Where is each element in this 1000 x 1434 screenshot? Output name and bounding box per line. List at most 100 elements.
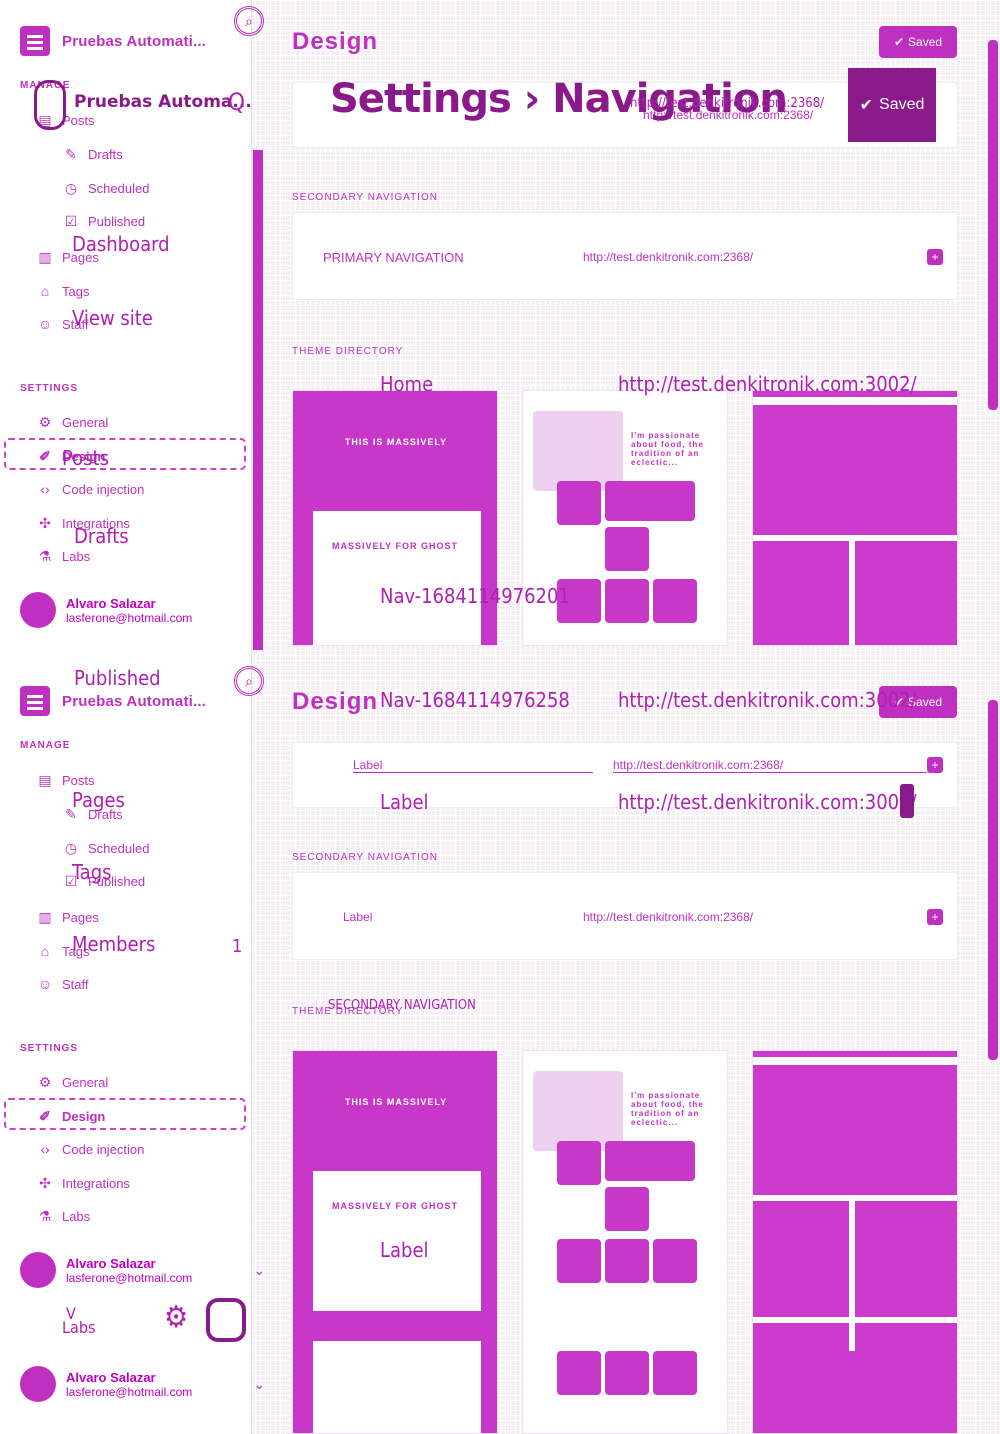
theme-block [557, 1351, 601, 1395]
user-menu[interactable]: Alvaro Salazar lasferone@hotmail.com ⌄ [20, 592, 268, 628]
sidebar-item-label: Integrations [62, 515, 130, 531]
sidebar-item-posts[interactable]: ▤ Posts [36, 770, 94, 790]
sidebar-item-drafts[interactable]: ✎ Drafts [62, 804, 123, 824]
sidebar-item-pages[interactable]: ▥ Pages [36, 247, 99, 267]
theme-band [753, 535, 957, 541]
sidebar-item-design[interactable]: ✐ Design [36, 1106, 105, 1126]
search-button[interactable]: ⌕ [234, 666, 264, 696]
sidebar-item-label: Drafts [88, 146, 123, 162]
theme-block [605, 527, 649, 571]
theme-block [653, 579, 697, 623]
check-icon: ✔ [893, 695, 905, 709]
settings-label: SETTINGS [20, 383, 79, 394]
sidebar-item-code-injection[interactable]: ‹› Code injection [36, 479, 144, 499]
url-input[interactable]: http://test.denkitronik.com:2368/ [583, 250, 927, 264]
theme-thumb-food[interactable]: I'm passionate about food, the tradition… [522, 1050, 728, 1434]
brand[interactable]: Pruebas Automati... [20, 26, 206, 56]
sidebar-item-general[interactable]: ⚙ General [36, 1072, 109, 1092]
sidebar-item-labs[interactable]: ⚗ Labs [36, 1206, 90, 1226]
sidebar-item-pages[interactable]: ▥ Pages [36, 907, 99, 927]
avatar [20, 1252, 56, 1288]
sidebar-item-integrations[interactable]: ✣ Integrations [36, 513, 130, 533]
main-content: Design ✔ Saved http://test.denkitronik.co… [270, 0, 985, 660]
staff-icon: ☺ [37, 976, 53, 992]
sidebar-item-scheduled[interactable]: ◷ Scheduled [62, 178, 150, 198]
add-icon[interactable]: + [927, 249, 943, 265]
theme-block [533, 1071, 623, 1151]
theme-block [557, 579, 601, 623]
user-email: lasferone@hotmail.com [66, 1384, 193, 1399]
add-icon[interactable]: + [927, 909, 943, 925]
sidebar-item-tags[interactable]: ⌂ Tags [36, 941, 90, 961]
url-input[interactable]: http://test.denkitronik.com:2368/ [643, 108, 943, 122]
theme-block [605, 1187, 649, 1231]
sidebar-item-staff[interactable]: ☺ Staff [36, 974, 89, 994]
sidebar-item-labs[interactable]: ⚗ Labs [36, 546, 90, 566]
sidebar-item-label: Published [88, 873, 146, 889]
theme-sub: MASSIVELY FOR GHOST [331, 1201, 459, 1211]
sidebar-item-drafts[interactable]: ✎ Drafts [62, 144, 123, 164]
secondary-nav-card: Label http://test.denkitronik.com:2368/ … [292, 872, 958, 960]
sidebar-item-label: Pages [62, 909, 99, 925]
primary-nav-card: http://test.denkitronik.com:2368/ [292, 82, 958, 148]
label-input[interactable]: Label [353, 758, 593, 773]
sidebar-item-label: Staff [62, 316, 89, 332]
page-scrollbar[interactable] [986, 0, 1000, 1434]
sidebar-item-scheduled[interactable]: ◷ Scheduled [62, 838, 150, 858]
sidebar-item-tags[interactable]: ⌂ Tags [36, 281, 90, 301]
saved-button[interactable]: ✔ Saved [879, 26, 957, 58]
theme-band [753, 1317, 957, 1323]
sidebar-item-integrations[interactable]: ✣ Integrations [36, 1173, 130, 1193]
sidebar-item-published[interactable]: ☑ Published [62, 871, 145, 891]
theme-band [753, 1057, 957, 1065]
chevron-down-icon: ⌄ [253, 1261, 266, 1278]
theme-band [849, 541, 855, 645]
user-menu-secondary[interactable]: Alvaro Salazar lasferone@hotmail.com ⌄ [20, 1366, 268, 1402]
sidebar-item-published[interactable]: ☑ Published [62, 211, 145, 231]
theme-thumb-casper[interactable] [752, 1050, 958, 1434]
theme-card [313, 1171, 481, 1311]
brush-icon: ✐ [39, 1107, 51, 1124]
sidebar-item-general[interactable]: ⚙ General [36, 412, 109, 432]
sidebar-item-code-injection[interactable]: ‹› Code injection [36, 1139, 144, 1159]
sidebar-scrollbar-thumb[interactable] [253, 150, 263, 650]
saved-label: Saved [908, 695, 943, 709]
theme-block [557, 1239, 601, 1283]
brand[interactable]: Pruebas Automati... [20, 686, 206, 716]
pane-bottom: Pruebas Automati... ⌕ MANAGE ▤ Posts ✎ Dra… [0, 660, 1000, 1434]
theme-block [605, 1351, 649, 1395]
add-icon[interactable]: + [927, 757, 943, 773]
page-title: Design [292, 28, 379, 55]
user-menu[interactable]: Alvaro Salazar lasferone@hotmail.com ⌄ [20, 1252, 268, 1288]
saved-button[interactable]: ✔ Saved [879, 686, 957, 718]
label-input[interactable]: PRIMARY NAVIGATION [323, 250, 563, 265]
check-doc-icon: ☑ [64, 872, 78, 889]
sidebar-item-posts[interactable]: ▤ Posts [36, 110, 94, 130]
page-scrollbar-thumb[interactable] [988, 700, 998, 1060]
page-scrollbar-thumb[interactable] [988, 40, 998, 410]
theme-thumbnails: THIS IS MASSIVELY MASSIVELY FOR GHOST I'… [292, 1050, 958, 1434]
search-icon: ⌕ [245, 12, 253, 29]
sidebar-item-design[interactable]: ✐ Design [36, 446, 105, 466]
theme-block [605, 579, 649, 623]
sidebar-item-label: Drafts [88, 806, 123, 822]
flask-icon: ⚗ [38, 547, 52, 564]
sidebar-item-label: General [62, 414, 109, 430]
sidebar-item-label: Pages [62, 249, 99, 265]
theme-text: I'm passionate about food, the tradition… [631, 431, 704, 467]
theme-thumb-casper[interactable] [752, 390, 958, 646]
theme-thumb-food[interactable]: I'm passionate about food, the tradition… [522, 390, 728, 646]
url-input[interactable]: http://test.denkitronik.com:2368/ [583, 910, 927, 924]
theme-thumbnails: THIS IS MASSIVELY MASSIVELY FOR GHOST I'… [292, 390, 958, 646]
user-name: Alvaro Salazar [66, 595, 156, 611]
user-email: lasferone@hotmail.com [66, 610, 193, 625]
label-input[interactable]: Label [343, 910, 563, 924]
url-input[interactable]: http://test.denkitronik.com:2368/ [613, 758, 927, 773]
theme-thumb-massively[interactable]: THIS IS MASSIVELY MASSIVELY FOR GHOST [292, 390, 498, 646]
gear-icon: ⚙ [38, 1073, 52, 1090]
sidebar-item-staff[interactable]: ☺ Staff [36, 314, 89, 334]
theme-thumb-massively[interactable]: THIS IS MASSIVELY MASSIVELY FOR GHOST [292, 1050, 498, 1434]
clock-icon: ◷ [64, 839, 78, 856]
tag-icon: ⌂ [40, 283, 50, 299]
search-button[interactable]: ⌕ [234, 6, 264, 36]
